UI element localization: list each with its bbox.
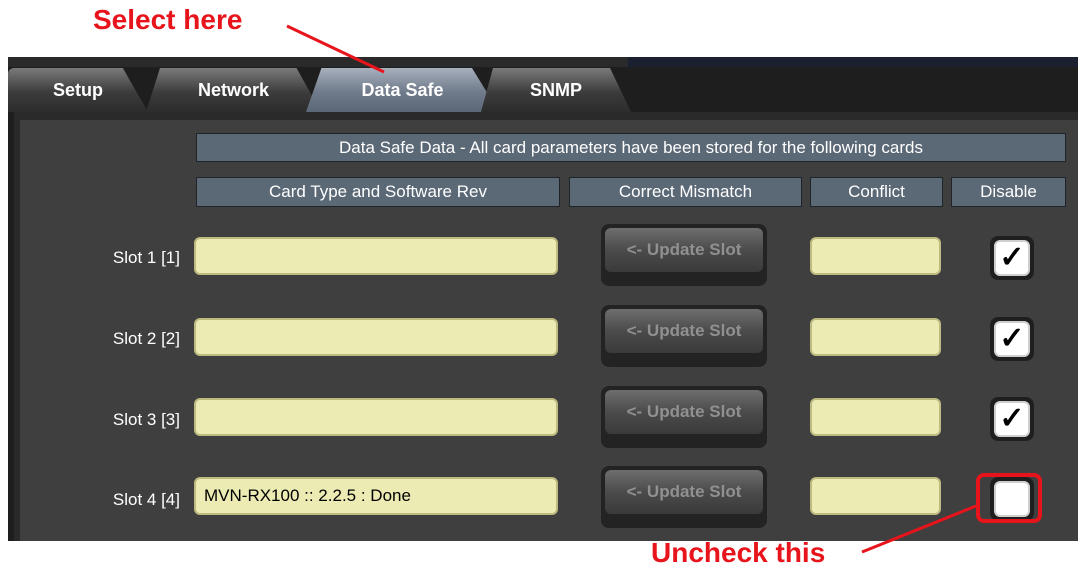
tab-network[interactable]: Network (146, 68, 321, 112)
slot-3-label: Slot 3 [3] (112, 410, 180, 429)
slot-4-card-field[interactable]: MVN-RX100 :: 2.2.5 : Done (194, 477, 558, 515)
update-slot-label: <- Update Slot (605, 309, 763, 353)
slot-2-card-field[interactable] (194, 318, 558, 356)
slot-3-disable-checkbox[interactable]: ✓ (990, 397, 1034, 441)
data-safe-banner: Data Safe Data - All card parameters hav… (196, 133, 1066, 162)
tab-data-safe[interactable]: Data Safe (306, 68, 499, 112)
slot-3-update-button[interactable]: <- Update Slot (601, 386, 767, 448)
update-slot-label: <- Update Slot (605, 470, 763, 514)
column-header-card-type: Card Type and Software Rev (196, 177, 560, 207)
slot-1-card-field[interactable] (194, 237, 558, 275)
slot-2-disable-checkbox[interactable]: ✓ (990, 317, 1034, 361)
annotation-uncheck-this: Uncheck this (651, 537, 826, 568)
checkmark-icon: ✓ (994, 321, 1030, 357)
annotation-select-here: Select here (93, 4, 243, 35)
slot-2-conflict-field[interactable] (810, 318, 941, 356)
tab-bar-strip (8, 57, 1078, 67)
slot-1-disable-checkbox[interactable]: ✓ (990, 236, 1034, 280)
column-header-conflict: Conflict (810, 177, 943, 207)
slot-3-card-field[interactable] (194, 398, 558, 436)
slot-2-label: Slot 2 [2] (112, 329, 180, 348)
column-header-correct-mismatch: Correct Mismatch (569, 177, 802, 207)
slot-3-conflict-field[interactable] (810, 398, 941, 436)
slot-1-conflict-field[interactable] (810, 237, 941, 275)
checkmark-icon: ✓ (994, 401, 1030, 437)
column-header-disable: Disable (951, 177, 1066, 207)
slot-1-update-button[interactable]: <- Update Slot (601, 224, 767, 286)
checkmark-icon: ✓ (994, 240, 1030, 276)
update-slot-label: <- Update Slot (605, 390, 763, 434)
tab-snmp[interactable]: SNMP (481, 68, 631, 112)
slot-1-label: Slot 1 [1] (112, 248, 180, 267)
slot-4-update-button[interactable]: <- Update Slot (601, 466, 767, 528)
update-slot-label: <- Update Slot (605, 228, 763, 272)
annotation-highlight-box (976, 473, 1042, 523)
slot-2-update-button[interactable]: <- Update Slot (601, 305, 767, 367)
slot-4-conflict-field[interactable] (810, 477, 941, 515)
slot-4-label: Slot 4 [4] (112, 490, 180, 509)
